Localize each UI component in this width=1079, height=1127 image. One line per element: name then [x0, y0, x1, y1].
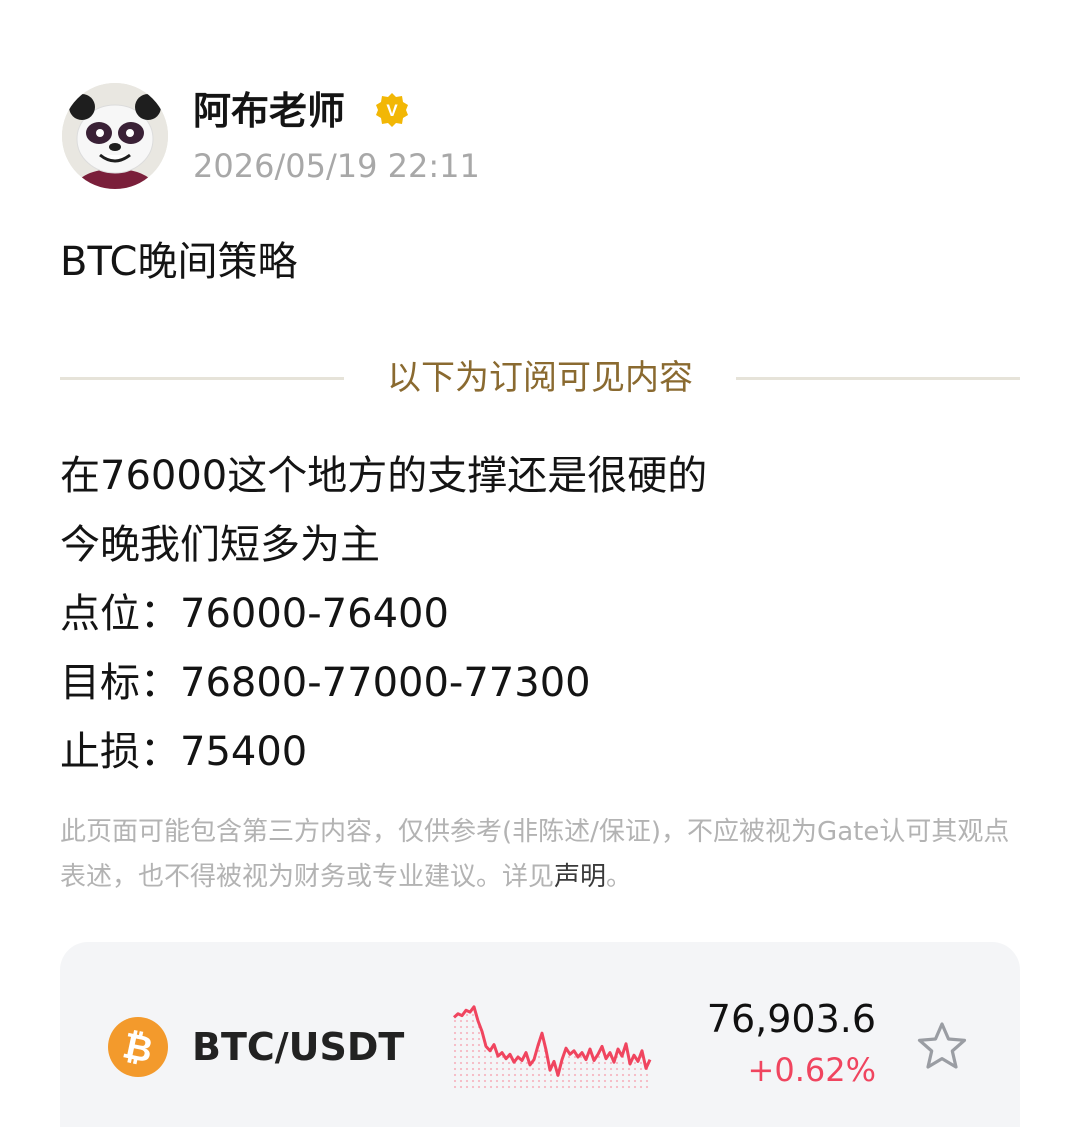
trading-pair-label: BTC/USDT: [192, 1025, 405, 1069]
post-content: 在76000这个地方的支撑还是很硬的 今晚我们短多为主 点位：76000-764…: [60, 442, 707, 787]
post-timestamp: 2026/05/19 22:11: [193, 147, 480, 185]
ticker-card[interactable]: ₿ BTC/USDT 76,903.6 +0.62%: [60, 942, 1020, 1127]
verified-badge-icon: V: [374, 92, 410, 128]
disclaimer: 此页面可能包含第三方内容，仅供参考(非陈述/保证)，不应被视为Gate认可其观点…: [60, 810, 1020, 900]
post-title: BTC晚间策略: [60, 239, 298, 285]
author-name[interactable]: 阿布老师: [193, 88, 345, 134]
content-line-entry: 点位：76000-76400: [60, 591, 449, 637]
content-line: 今晚我们短多为主: [60, 522, 380, 568]
star-icon: [917, 1022, 967, 1069]
disclaimer-text: 此页面可能包含第三方内容，仅供参考(非陈述/保证)，不应被视为Gate认可其观点…: [60, 817, 1010, 892]
disclaimer-statement-link[interactable]: 声明: [554, 862, 606, 892]
verified-mark: V: [386, 101, 398, 120]
author-avatar[interactable]: [62, 83, 168, 189]
post-page: 阿布老师 V 2026/05/19 22:11 BTC晚间策略 以下为订阅可见内…: [0, 0, 1079, 1127]
bitcoin-icon: ₿: [107, 1016, 169, 1078]
favorite-star-button[interactable]: [915, 1020, 969, 1074]
content-line-stop-loss: 止损：75400: [60, 729, 308, 775]
divider-line-right: [736, 377, 1020, 380]
last-price: 76,903.6: [706, 997, 876, 1041]
panda-avatar-icon: [62, 83, 168, 189]
subscriber-content-divider: 以下为订阅可见内容: [387, 358, 693, 398]
price-sparkline: [452, 1005, 652, 1089]
price-change: +0.62%: [747, 1051, 876, 1089]
disclaimer-end: 。: [606, 862, 633, 892]
content-line-target: 目标：76800-77000-77300: [60, 660, 591, 706]
content-line: 在76000这个地方的支撑还是很硬的: [60, 453, 708, 499]
sparkline-area: [454, 1006, 650, 1089]
divider-line-left: [60, 377, 344, 380]
